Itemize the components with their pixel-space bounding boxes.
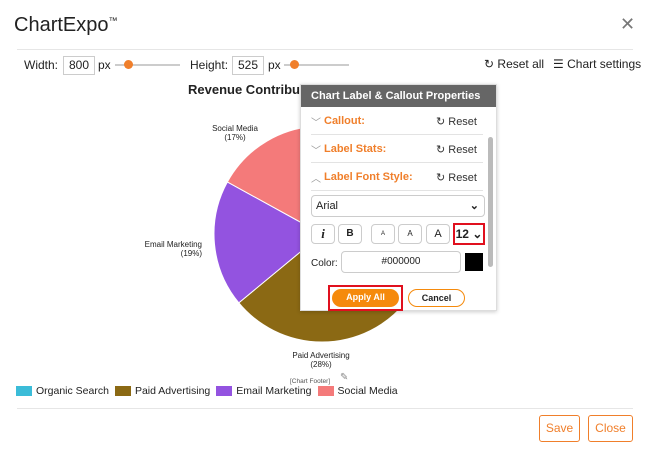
font-size-small-button[interactable]: A — [371, 224, 395, 244]
edit-pencil-icon[interactable]: ✎ — [340, 372, 348, 383]
bold-button[interactable]: B — [338, 224, 362, 244]
color-label: Color: — [311, 258, 338, 269]
color-swatch[interactable] — [465, 253, 483, 271]
section-label-font-style[interactable]: ︿ Label Font Style: ↻ Reset — [311, 163, 483, 191]
label-email-marketing[interactable]: Email Marketing (19%) — [138, 240, 202, 258]
legend: Organic Search Paid Advertising Email Ma… — [16, 385, 404, 397]
font-size-select[interactable]: 12 ⌄ — [453, 223, 485, 245]
chevron-down-icon: ﹀ — [311, 118, 321, 129]
italic-button[interactable]: i — [311, 224, 335, 244]
label-paid-advertising[interactable]: Paid Advertising (28%) — [285, 351, 357, 369]
font-size-large-button[interactable]: A — [426, 224, 450, 244]
legend-item-email-marketing[interactable]: Email Marketing — [216, 385, 312, 397]
panel-scrollbar[interactable] — [488, 137, 493, 267]
divider — [17, 408, 633, 409]
reset-label-stats-button[interactable]: ↻ Reset — [436, 143, 477, 156]
legend-swatch — [114, 386, 131, 396]
chevron-down-icon: ﹀ — [311, 146, 321, 157]
section-callout[interactable]: ﹀ Callout: ↻ Reset — [311, 107, 483, 135]
color-input[interactable]: #000000 — [341, 251, 461, 273]
close-button[interactable]: Close — [588, 415, 633, 442]
legend-swatch — [216, 386, 233, 396]
chevron-up-icon: ︿ — [311, 174, 321, 185]
legend-swatch — [317, 386, 334, 396]
font-family-select[interactable]: Arial ⌄ — [311, 195, 485, 217]
legend-item-social-media[interactable]: Social Media — [317, 385, 398, 397]
chevron-down-icon: ⌄ — [469, 200, 479, 212]
label-social-media[interactable]: Social Media (17%) — [205, 124, 265, 142]
cancel-button[interactable]: Cancel — [408, 289, 465, 307]
legend-swatch — [16, 386, 32, 396]
section-label-stats[interactable]: ﹀ Label Stats: ↻ Reset — [311, 135, 483, 163]
legend-item-paid-advertising[interactable]: Paid Advertising — [114, 385, 210, 397]
legend-item-organic-search[interactable]: Organic Search — [16, 385, 109, 397]
save-button[interactable]: Save — [539, 415, 580, 442]
label-properties-panel: Chart Label & Callout Properties ﹀ Callou… — [300, 84, 497, 311]
reset-font-style-button[interactable]: ↻ Reset — [436, 171, 477, 184]
reset-callout-button[interactable]: ↻ Reset — [436, 115, 477, 128]
panel-title: Chart Label & Callout Properties — [301, 85, 496, 107]
apply-all-button[interactable]: Apply All — [332, 289, 399, 307]
font-size-medium-button[interactable]: A — [398, 224, 422, 244]
